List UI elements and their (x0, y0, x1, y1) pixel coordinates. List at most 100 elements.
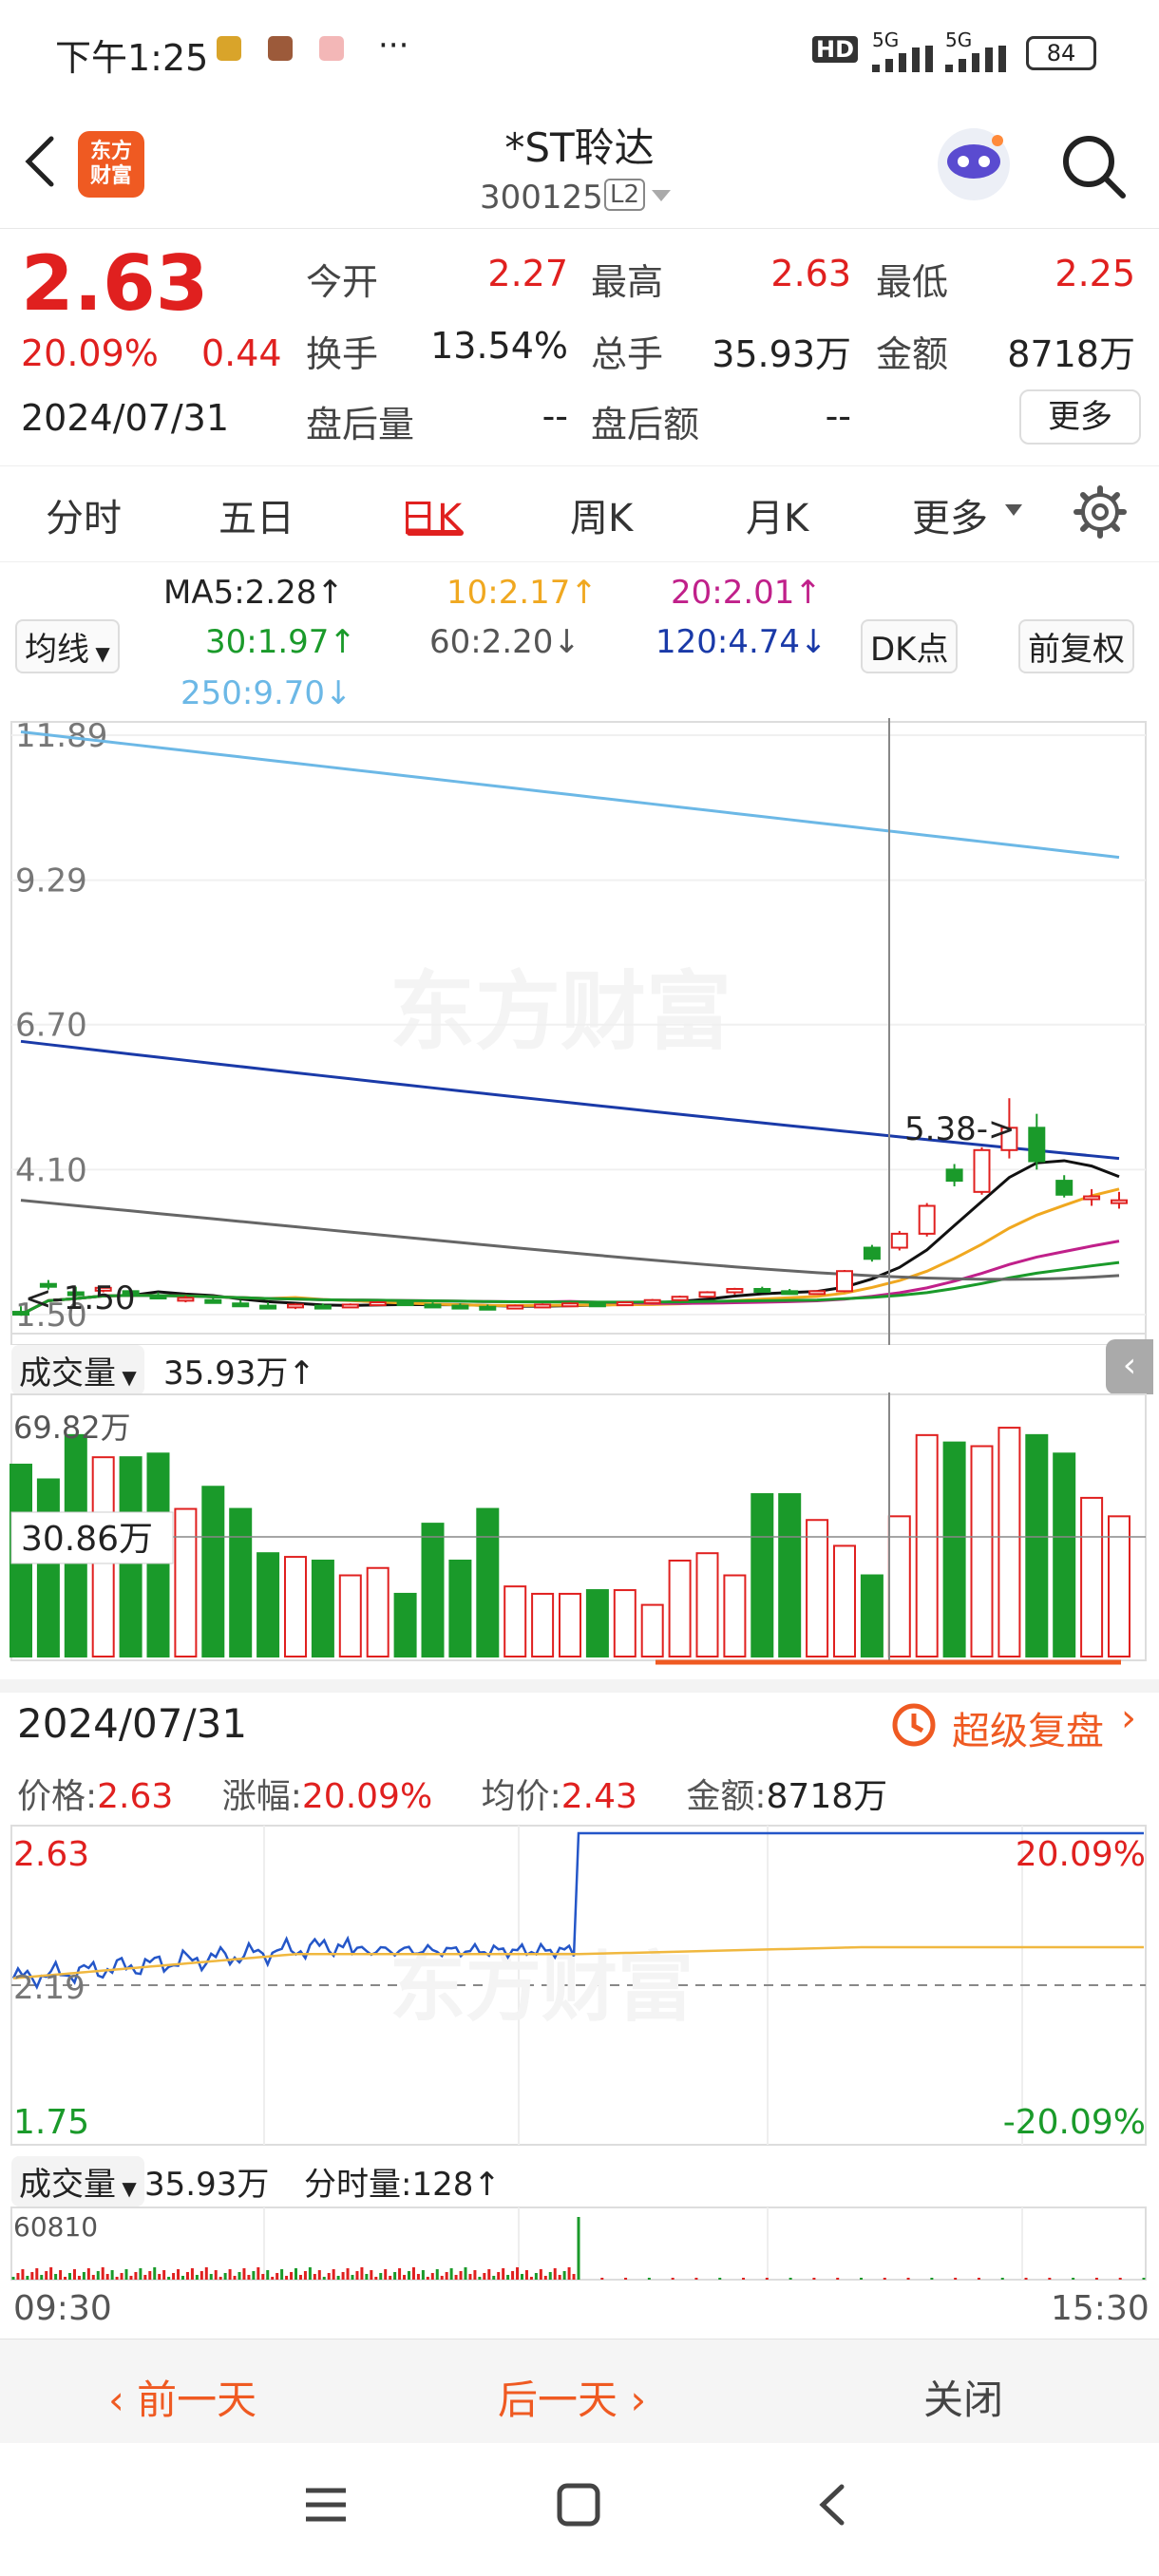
intraday-volume-bar (572, 2274, 576, 2280)
pct-value: 20.09% (301, 1777, 433, 1816)
intraday-volume-bar (223, 2273, 227, 2280)
intraday-volume-bar (247, 2275, 251, 2280)
intraday-chart[interactable]: 东方财富 2.63 2.19 1.75 20.09% -20.09% (0, 1824, 1159, 2147)
intraday-volume-bar (647, 2278, 651, 2280)
pct-label: 涨幅: (221, 1777, 302, 1816)
chevron-down-icon[interactable] (1005, 504, 1022, 518)
intraday-volume-bar (134, 2272, 138, 2280)
history-review-icon[interactable] (889, 1700, 939, 1750)
intraday-volume-bar (285, 2276, 289, 2280)
tab-five-day[interactable]: 五日 (218, 487, 294, 542)
intraday-volume-bar (1072, 2278, 1075, 2280)
back-icon[interactable] (809, 2481, 857, 2529)
open-label: 今开 (306, 261, 379, 303)
candle (204, 1298, 222, 1304)
chevron-down-icon[interactable] (652, 190, 671, 203)
volume-bar (338, 1574, 362, 1657)
chevron-left-icon: ‹ (108, 2377, 138, 2423)
chevron-right-icon: › (618, 2377, 647, 2423)
search-icon[interactable] (1056, 129, 1132, 205)
afterhours-volume-value: -- (542, 395, 568, 437)
intraday-volume-bar (906, 2278, 910, 2280)
level2-badge[interactable]: L2 (604, 179, 646, 211)
chevron-right-icon[interactable]: › (1121, 1696, 1136, 1740)
active-tab-indicator (407, 530, 464, 536)
ma30-label: 30:1.97↑ (205, 623, 356, 661)
adjust-button[interactable]: 前复权 (1018, 619, 1134, 673)
ma120-label: 120:4.74↓ (656, 623, 827, 661)
tab-more[interactable]: 更多 (912, 487, 988, 542)
volume-bar (723, 1574, 747, 1657)
price-label: 价格: (17, 1777, 98, 1816)
candle (534, 1303, 552, 1309)
candle (479, 1305, 497, 1311)
intraday-volume-bar (129, 2276, 133, 2280)
candle (643, 1298, 661, 1304)
gear-icon[interactable] (1074, 485, 1127, 539)
intraday-volume-bar (930, 2278, 934, 2280)
intraday-volume-toggle[interactable]: 成交量 ▼ (11, 2156, 144, 2207)
dk-point-button[interactable]: DK点 (861, 619, 959, 673)
volume-chart[interactable]: 69.82万 30.86万 (0, 1392, 1159, 1668)
candle (918, 1204, 936, 1235)
more-button[interactable]: 更多 (1019, 389, 1141, 445)
candle (753, 1287, 771, 1293)
collapse-panel-icon[interactable]: ‹ (1106, 1339, 1153, 1394)
intraday-volume-bar (218, 2277, 222, 2280)
afterhours-amount-label: 盘后额 (591, 404, 700, 445)
intraday-volume-bar (492, 2276, 496, 2280)
volume-bar (284, 1556, 307, 1657)
intraday-volume-bar (534, 2273, 538, 2280)
app-notification-icon (319, 36, 344, 61)
volume-bar (366, 1566, 390, 1657)
robot-assistant-icon[interactable] (931, 122, 1016, 207)
candle (808, 1290, 826, 1296)
tab-weekly-k[interactable]: 周K (570, 487, 633, 542)
intraday-volume-chart[interactable]: 60810 (0, 2206, 1159, 2282)
amount-label: 金额: (686, 1777, 767, 1816)
candle (341, 1303, 359, 1309)
volume-bar (1053, 1452, 1076, 1657)
intraday-volume-bar (430, 2273, 434, 2280)
kline-chart[interactable]: 东方财富 11.899.296.704.101.50 5.38-> <-1.50 (0, 718, 1159, 1345)
intraday-volume-bar (256, 2267, 260, 2280)
volume-bar (1025, 1433, 1049, 1657)
volume-bar (448, 1559, 472, 1658)
intraday-volume-bar (72, 2269, 76, 2280)
volume-bar (915, 1433, 939, 1657)
volume-toggle[interactable]: 成交量 ▼ (11, 1345, 144, 1395)
intraday-volume-bar (351, 2275, 354, 2280)
super-review-link[interactable]: 超级复盘 (952, 1700, 1104, 1755)
intraday-volume-bar (214, 2270, 218, 2280)
candle (396, 1301, 414, 1307)
y-tick-label: 6.70 (15, 1007, 87, 1045)
intraday-volume-bar (567, 2267, 571, 2280)
intraday-volume-bar (860, 2278, 863, 2280)
turnover-label: 换手 (306, 333, 379, 375)
home-icon[interactable] (555, 2481, 602, 2529)
menu-icon[interactable] (302, 2481, 350, 2529)
tab-monthly-k[interactable]: 月K (746, 487, 808, 542)
intraday-volume-bar (445, 2272, 448, 2280)
intraday-volume-bar (341, 2272, 345, 2280)
current-price: 2.63 (21, 239, 209, 328)
afterhours-amount-value: -- (825, 395, 851, 437)
intraday-volume-bar (16, 2273, 20, 2280)
volume-bar (559, 1592, 581, 1657)
intraday-volume-bar (252, 2271, 256, 2280)
next-day-button[interactable]: 后一天 › (498, 2368, 646, 2426)
ma60-label: 60:2.20↓ (429, 623, 580, 661)
intraday-volume-bar (506, 2275, 510, 2280)
candle (369, 1301, 387, 1307)
intraday-volume-bar (435, 2269, 439, 2280)
prev-day-button[interactable]: ‹ 前一天 (108, 2368, 256, 2426)
ma20-label: 20:2.01↑ (671, 574, 822, 612)
tab-intraday[interactable]: 分时 (46, 487, 122, 542)
candle (1028, 1127, 1046, 1163)
intraday-volume-bar (64, 2277, 67, 2280)
close-button[interactable]: 关闭 (923, 2368, 1003, 2426)
app-notification-icon (268, 36, 293, 61)
signal-icon (945, 46, 1006, 72)
ma-toggle[interactable]: 均线 ▼ (15, 619, 120, 673)
intraday-volume-bar (440, 2276, 444, 2280)
